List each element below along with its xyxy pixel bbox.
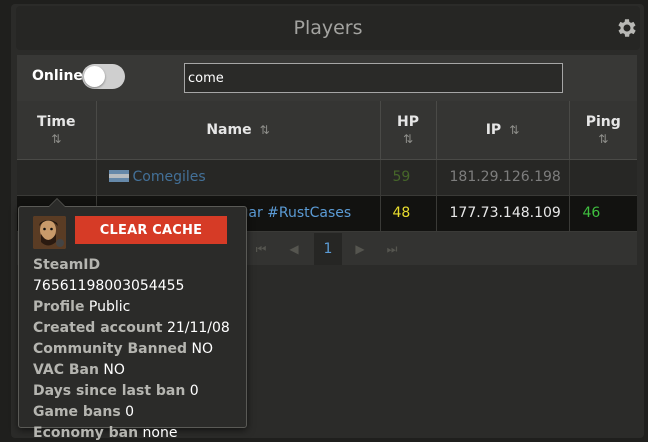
info-row-days-since-ban: Days since last ban 0 — [33, 381, 246, 402]
column-header-ping[interactable]: Ping ⇅ — [569, 101, 637, 160]
flag-icon — [108, 170, 129, 182]
info-row-profile: Profile Public — [33, 297, 246, 318]
info-label: Created account — [33, 320, 163, 336]
column-header-hp[interactable]: HP ⇅ — [380, 101, 437, 160]
info-label: SteamID — [33, 257, 101, 273]
column-header-name[interactable]: Name ⇅ — [96, 101, 381, 160]
column-label: Ping — [585, 113, 621, 130]
column-header-ip[interactable]: IP ⇅ — [436, 101, 570, 160]
hp-cell: 48 — [380, 195, 437, 232]
column-label: HP — [397, 113, 419, 130]
ip-cell: 181.29.126.198 — [436, 159, 570, 196]
page-1-button[interactable]: 1 — [314, 233, 342, 265]
player-info-list: SteamID 76561198003054455 Profile Public… — [33, 255, 246, 442]
column-label: Name — [206, 121, 252, 138]
popover-arrow — [48, 198, 66, 207]
sort-icon: ⇅ — [402, 131, 414, 146]
sort-icon: ⇅ — [509, 122, 520, 137]
online-label: Online — [32, 68, 83, 84]
info-value: 0 — [125, 404, 135, 420]
info-row-created: Created account 21/11/08 — [33, 318, 246, 339]
info-row-vac-ban: VAC Ban NO — [33, 360, 246, 381]
sort-icon: ⇅ — [259, 122, 270, 137]
time-cell — [17, 159, 97, 196]
gear-icon[interactable] — [615, 16, 639, 40]
next-page-icon[interactable]: ▶ — [350, 238, 370, 260]
table-row[interactable]: Comegiles 59 181.29.126.198 — [17, 159, 637, 196]
info-row-steamid: SteamID 76561198003054455 — [33, 255, 246, 297]
info-label: Game bans — [33, 404, 121, 420]
sort-icon: ⇅ — [598, 131, 609, 146]
player-name-link[interactable]: Comegiles — [133, 169, 206, 185]
first-page-icon[interactable]: ⏮ — [251, 238, 271, 260]
column-label: IP — [485, 121, 502, 138]
title-bar: Players — [16, 6, 640, 50]
column-label: Time — [37, 113, 76, 130]
info-value: NO — [191, 341, 214, 357]
prev-page-icon[interactable]: ◀ — [284, 238, 304, 260]
info-value: 0 — [189, 383, 199, 399]
info-label: VAC Ban — [33, 362, 99, 378]
info-value: Public — [88, 299, 131, 315]
player-info-popover: CLEAR CACHE SteamID 76561198003054455 Pr… — [18, 198, 247, 441]
info-row-economy-ban: Economy ban none — [33, 423, 246, 442]
avatar — [33, 216, 66, 249]
ping-cell: 46 — [569, 195, 637, 232]
info-row-game-bans: Game bans 0 — [33, 402, 246, 423]
player-name-link[interactable]: gar #RustCases — [240, 205, 352, 221]
page-title: Players — [293, 17, 363, 39]
search-input[interactable] — [184, 63, 563, 93]
filter-bar: Online — [17, 55, 637, 101]
info-label: Profile — [33, 299, 85, 315]
info-label: Days since last ban — [33, 383, 186, 399]
toggle-knob — [84, 66, 105, 87]
hp-cell: 59 — [380, 159, 437, 196]
info-value: 21/11/08 — [166, 320, 230, 336]
last-page-icon[interactable]: ⏭ — [382, 238, 402, 260]
info-label: Community Banned — [33, 341, 188, 357]
info-value: NO — [103, 362, 125, 378]
info-value: 76561198003054455 — [33, 278, 185, 294]
sort-icon: ⇅ — [51, 131, 62, 146]
ip-cell: 177.73.148.109 — [436, 195, 570, 232]
info-label: Economy ban — [33, 425, 139, 441]
clear-cache-button[interactable]: CLEAR CACHE — [75, 216, 227, 244]
info-value: none — [142, 425, 178, 441]
ping-cell — [569, 159, 637, 196]
info-row-community-banned: Community Banned NO — [33, 339, 246, 360]
avatar-image — [33, 216, 66, 249]
name-cell: Comegiles — [96, 159, 381, 196]
online-toggle[interactable] — [82, 64, 125, 89]
column-header-time[interactable]: Time ⇅ — [17, 101, 97, 160]
